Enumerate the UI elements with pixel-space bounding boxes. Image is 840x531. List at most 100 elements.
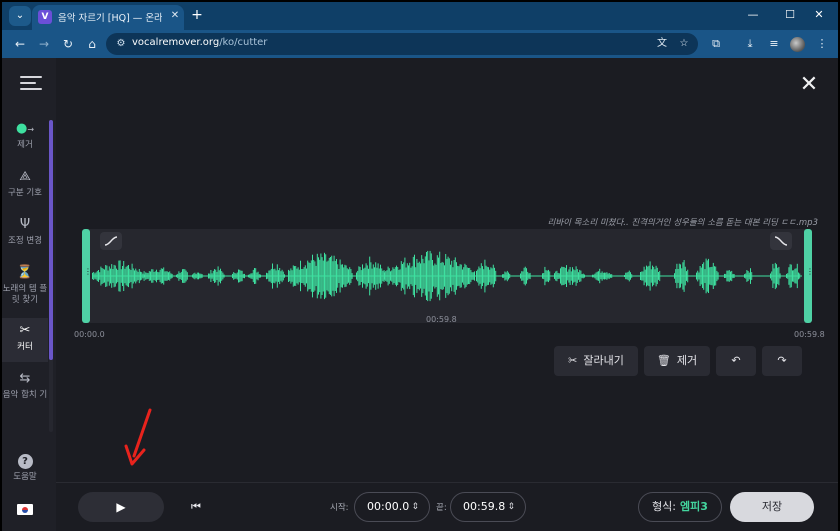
playhead-time: 00:59.8 — [426, 315, 457, 324]
waveform-sample — [460, 264, 462, 288]
waveform-sample — [218, 270, 220, 282]
tab-close-icon[interactable]: ✕ — [168, 9, 182, 23]
waveform-sample — [778, 266, 780, 286]
sidebar-scrollbar-thumb[interactable] — [49, 120, 53, 360]
waveform-sample — [382, 270, 384, 282]
browser-menu-icon[interactable]: ⋮ — [812, 34, 832, 54]
play-button[interactable]: ▶ — [78, 492, 164, 522]
bookmark-star-icon[interactable]: ☆ — [676, 37, 692, 51]
new-tab-icon[interactable]: + — [188, 6, 206, 24]
extensions-icon[interactable]: ⧉ — [706, 34, 726, 54]
cut-button[interactable]: ✂ 잘라내기 — [554, 346, 638, 376]
sidebar-item-help[interactable]: ? 도움말 — [2, 452, 48, 486]
sidebar-item-splitter[interactable]: ⟁ 구분 기호 — [2, 168, 48, 208]
waveform-sample — [454, 257, 456, 295]
waveform-sample — [746, 270, 748, 282]
waveform-sample — [209, 273, 211, 279]
waveform-sample — [545, 270, 547, 282]
waveform-sample — [776, 264, 777, 288]
sidebar-item-remove[interactable]: ●→ 제거 — [2, 120, 48, 160]
waveform-sample — [750, 268, 751, 284]
waveform-sample — [555, 271, 557, 281]
waveform-sample — [415, 267, 417, 285]
waveform-sample — [451, 260, 453, 292]
start-trim-handle[interactable]: ⋮ — [82, 229, 92, 323]
window-close-icon[interactable]: ✕ — [808, 6, 830, 24]
stepper-icon[interactable]: ⇕ — [411, 493, 419, 521]
undo-button[interactable]: ↶ — [716, 346, 756, 376]
back-icon[interactable]: ← — [10, 34, 30, 54]
waveform-sample — [113, 264, 115, 288]
waveform-sample — [330, 257, 331, 295]
waveform-sample — [106, 265, 108, 287]
save-button[interactable]: 저장 — [730, 492, 814, 522]
waveform-sample — [600, 272, 602, 280]
waveform-sample — [340, 264, 342, 288]
minimize-icon[interactable]: — — [742, 6, 764, 24]
profile-avatar[interactable] — [790, 37, 805, 52]
waveform-sample — [779, 273, 781, 279]
waveform-sample — [142, 273, 144, 279]
hamburger-menu-icon[interactable] — [20, 76, 42, 90]
fade-in-button[interactable] — [100, 232, 122, 250]
waveform-sample — [349, 267, 351, 285]
waveform-sample — [165, 271, 167, 281]
waveform-sample — [375, 262, 377, 290]
waveform-sample — [164, 271, 166, 281]
waveform-sample — [324, 252, 325, 300]
language-flag-icon[interactable] — [2, 504, 48, 520]
waveform-sample — [116, 268, 117, 284]
translate-icon[interactable]: 文 — [654, 37, 670, 51]
waveform-sample — [295, 266, 297, 286]
sidebar-item-label: 구분 기호 — [8, 188, 42, 198]
sidebar-item-cutter[interactable]: ✂ 커터 — [2, 318, 48, 362]
tab-search-button[interactable]: ⌄ — [9, 6, 31, 26]
waveform-sample — [561, 266, 563, 286]
forward-icon[interactable]: → — [34, 34, 54, 54]
skip-to-start-button[interactable]: ⏮ — [188, 497, 204, 517]
red-arrow-annotation — [124, 408, 152, 466]
start-time-field[interactable]: 00:00.0 ⇕ — [354, 492, 430, 522]
site-info-icon[interactable]: ⚙ — [114, 37, 128, 51]
tab-title: 음악 자르기 [HQ] — 온라인 오 — [58, 13, 162, 24]
reload-icon[interactable]: ↻ — [58, 34, 78, 54]
waveform-sample — [152, 269, 154, 283]
waveform-sample — [751, 272, 753, 280]
delete-button[interactable]: 🗑 제거 — [644, 346, 710, 376]
waveform-sample — [700, 267, 702, 285]
waveform-sample — [479, 268, 481, 284]
waveform-sample — [795, 268, 797, 284]
browser-tab[interactable]: V 음악 자르기 [HQ] — 온라인 오 ✕ — [32, 5, 184, 30]
home-icon[interactable]: ⌂ — [82, 34, 102, 54]
waveform-sample — [96, 270, 98, 282]
media-control-icon[interactable]: ≡ — [764, 34, 784, 54]
waveform-sample — [377, 263, 379, 289]
waveform-sample — [362, 264, 363, 288]
joiner-icon: ⇆ — [19, 371, 31, 386]
waveform-sample — [441, 261, 443, 290]
end-trim-handle[interactable]: ⋮ — [804, 229, 814, 323]
fade-out-button[interactable] — [770, 232, 792, 250]
scissors-icon: ✂ — [568, 354, 578, 367]
sidebar-item-joiner[interactable]: ⇆ 음악 합치 기 — [2, 370, 48, 418]
waveform-sample — [154, 271, 156, 281]
redo-button[interactable]: ↷ — [762, 346, 802, 376]
stepper-icon[interactable]: ⇕ — [507, 493, 515, 521]
favicon: V — [38, 10, 52, 24]
maximize-icon[interactable]: ☐ — [779, 6, 801, 24]
waveform[interactable] — [84, 229, 810, 323]
sidebar-item-bpm[interactable]: ⏳ 노래의 템 플릿 찾기 — [2, 264, 48, 314]
waveform-sample — [702, 264, 703, 288]
download-icon[interactable]: ⤓ — [740, 34, 760, 54]
url-text: vocalremover.org/ko/cutter — [132, 37, 268, 48]
waveform-sample — [241, 270, 243, 282]
address-bar[interactable]: ⚙ vocalremover.org/ko/cutter 文 ☆ — [106, 33, 698, 55]
format-selector[interactable]: 형식: 엠피3 — [638, 492, 722, 522]
delete-button-label: 제거 — [676, 354, 698, 367]
waveform-sample — [699, 266, 701, 286]
waveform-sample — [336, 259, 337, 293]
waveform-sample — [468, 268, 469, 284]
sidebar-item-pitch[interactable]: Ψ 조정 변경 — [2, 216, 48, 256]
close-editor-icon[interactable]: ✕ — [798, 74, 820, 96]
end-time-field[interactable]: 00:59.8 ⇕ — [450, 492, 526, 522]
